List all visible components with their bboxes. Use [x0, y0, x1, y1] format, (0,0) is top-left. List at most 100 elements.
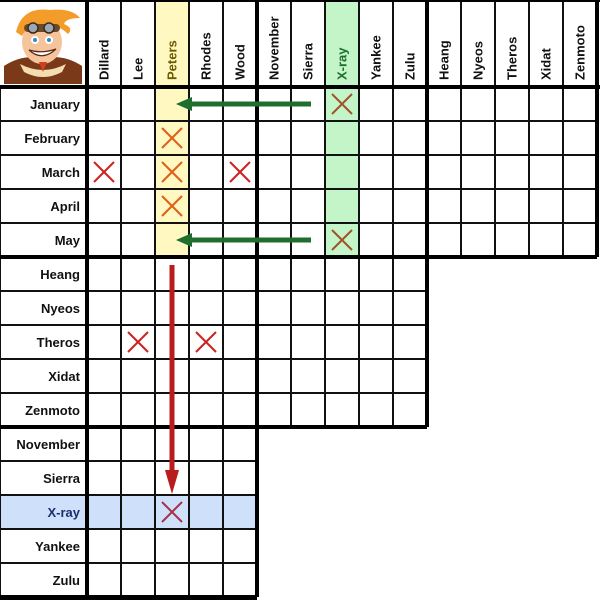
- grid-cell-zenmoto-november[interactable]: [257, 393, 291, 427]
- grid-cell-february-xidat[interactable]: [529, 121, 563, 155]
- grid-cell-may-yankee[interactable]: [359, 223, 393, 257]
- grid-cell-nyeos-dillard[interactable]: [87, 291, 121, 325]
- grid-cell-march-november[interactable]: [257, 155, 291, 189]
- grid-cell-nyeos-yankee[interactable]: [359, 291, 393, 325]
- grid-cell-heang-rhodes[interactable]: [189, 257, 223, 291]
- column-header-callsigns-yankee[interactable]: Yankee: [359, 0, 393, 87]
- grid-cell-january-theros[interactable]: [495, 87, 529, 121]
- grid-cell-yankee-lee[interactable]: [121, 529, 155, 563]
- grid-cell-sierra-wood[interactable]: [223, 461, 257, 495]
- grid-cell-january-x-ray[interactable]: [325, 87, 359, 121]
- grid-cell-january-nyeos[interactable]: [461, 87, 495, 121]
- grid-cell-march-zulu[interactable]: [393, 155, 427, 189]
- grid-cell-xidat-rhodes[interactable]: [189, 359, 223, 393]
- grid-cell-april-yankee[interactable]: [359, 189, 393, 223]
- grid-cell-x-ray-dillard[interactable]: [87, 495, 121, 529]
- row-header-months-february[interactable]: February: [0, 121, 87, 155]
- grid-cell-yankee-dillard[interactable]: [87, 529, 121, 563]
- grid-cell-march-yankee[interactable]: [359, 155, 393, 189]
- grid-cell-february-november[interactable]: [257, 121, 291, 155]
- grid-cell-march-wood[interactable]: [223, 155, 257, 189]
- grid-cell-april-heang[interactable]: [427, 189, 461, 223]
- grid-cell-may-zenmoto[interactable]: [563, 223, 597, 257]
- grid-cell-zulu-lee[interactable]: [121, 563, 155, 597]
- grid-cell-theros-rhodes[interactable]: [189, 325, 223, 359]
- grid-cell-april-dillard[interactable]: [87, 189, 121, 223]
- grid-cell-theros-lee[interactable]: [121, 325, 155, 359]
- grid-cell-zenmoto-zulu[interactable]: [393, 393, 427, 427]
- grid-cell-nyeos-november[interactable]: [257, 291, 291, 325]
- column-header-surnames-peters[interactable]: Peters: [155, 0, 189, 87]
- grid-cell-xidat-zulu[interactable]: [393, 359, 427, 393]
- grid-cell-x-ray-wood[interactable]: [223, 495, 257, 529]
- grid-cell-xidat-lee[interactable]: [121, 359, 155, 393]
- row-header-callsigns-x-ray[interactable]: X-ray: [0, 495, 87, 529]
- grid-cell-january-sierra[interactable]: [291, 87, 325, 121]
- grid-cell-april-theros[interactable]: [495, 189, 529, 223]
- grid-cell-march-peters[interactable]: [155, 155, 189, 189]
- grid-cell-xidat-yankee[interactable]: [359, 359, 393, 393]
- grid-cell-xidat-dillard[interactable]: [87, 359, 121, 393]
- grid-cell-january-zulu[interactable]: [393, 87, 427, 121]
- grid-cell-february-wood[interactable]: [223, 121, 257, 155]
- grid-cell-yankee-peters[interactable]: [155, 529, 189, 563]
- grid-cell-zulu-rhodes[interactable]: [189, 563, 223, 597]
- grid-cell-zulu-wood[interactable]: [223, 563, 257, 597]
- grid-cell-march-theros[interactable]: [495, 155, 529, 189]
- column-header-surnames-lee[interactable]: Lee: [121, 0, 155, 87]
- grid-cell-april-xidat[interactable]: [529, 189, 563, 223]
- grid-cell-february-rhodes[interactable]: [189, 121, 223, 155]
- grid-cell-march-heang[interactable]: [427, 155, 461, 189]
- grid-cell-zenmoto-x-ray[interactable]: [325, 393, 359, 427]
- grid-cell-heang-wood[interactable]: [223, 257, 257, 291]
- grid-cell-may-lee[interactable]: [121, 223, 155, 257]
- grid-cell-january-xidat[interactable]: [529, 87, 563, 121]
- grid-cell-xidat-peters[interactable]: [155, 359, 189, 393]
- grid-cell-may-dillard[interactable]: [87, 223, 121, 257]
- grid-cell-january-november[interactable]: [257, 87, 291, 121]
- grid-cell-march-sierra[interactable]: [291, 155, 325, 189]
- grid-cell-sierra-dillard[interactable]: [87, 461, 121, 495]
- grid-cell-november-lee[interactable]: [121, 427, 155, 461]
- grid-cell-theros-wood[interactable]: [223, 325, 257, 359]
- grid-cell-may-xidat[interactable]: [529, 223, 563, 257]
- grid-cell-may-sierra[interactable]: [291, 223, 325, 257]
- grid-cell-sierra-rhodes[interactable]: [189, 461, 223, 495]
- grid-cell-zenmoto-dillard[interactable]: [87, 393, 121, 427]
- row-header-callsigns-zulu[interactable]: Zulu: [0, 563, 87, 597]
- grid-cell-zenmoto-lee[interactable]: [121, 393, 155, 427]
- grid-cell-april-rhodes[interactable]: [189, 189, 223, 223]
- grid-cell-theros-november[interactable]: [257, 325, 291, 359]
- column-header-callsigns-november[interactable]: November: [257, 0, 291, 87]
- grid-cell-april-x-ray[interactable]: [325, 189, 359, 223]
- grid-cell-may-zulu[interactable]: [393, 223, 427, 257]
- grid-cell-february-zenmoto[interactable]: [563, 121, 597, 155]
- grid-cell-march-zenmoto[interactable]: [563, 155, 597, 189]
- row-header-months-may[interactable]: May: [0, 223, 87, 257]
- grid-cell-april-november[interactable]: [257, 189, 291, 223]
- row-header-planets-theros[interactable]: Theros: [0, 325, 87, 359]
- grid-cell-nyeos-lee[interactable]: [121, 291, 155, 325]
- grid-cell-march-nyeos[interactable]: [461, 155, 495, 189]
- row-header-planets-zenmoto[interactable]: Zenmoto: [0, 393, 87, 427]
- grid-cell-january-yankee[interactable]: [359, 87, 393, 121]
- column-header-surnames-dillard[interactable]: Dillard: [87, 0, 121, 87]
- grid-cell-may-theros[interactable]: [495, 223, 529, 257]
- row-header-planets-heang[interactable]: Heang: [0, 257, 87, 291]
- grid-cell-january-zenmoto[interactable]: [563, 87, 597, 121]
- grid-cell-may-november[interactable]: [257, 223, 291, 257]
- grid-cell-february-heang[interactable]: [427, 121, 461, 155]
- grid-cell-x-ray-peters[interactable]: [155, 495, 189, 529]
- grid-cell-zenmoto-rhodes[interactable]: [189, 393, 223, 427]
- grid-cell-theros-zulu[interactable]: [393, 325, 427, 359]
- grid-cell-april-zenmoto[interactable]: [563, 189, 597, 223]
- grid-cell-november-peters[interactable]: [155, 427, 189, 461]
- grid-cell-xidat-wood[interactable]: [223, 359, 257, 393]
- grid-cell-january-heang[interactable]: [427, 87, 461, 121]
- grid-cell-heang-zulu[interactable]: [393, 257, 427, 291]
- grid-cell-february-theros[interactable]: [495, 121, 529, 155]
- column-header-planets-heang[interactable]: Heang: [427, 0, 461, 87]
- grid-cell-heang-yankee[interactable]: [359, 257, 393, 291]
- row-header-callsigns-sierra[interactable]: Sierra: [0, 461, 87, 495]
- grid-cell-march-rhodes[interactable]: [189, 155, 223, 189]
